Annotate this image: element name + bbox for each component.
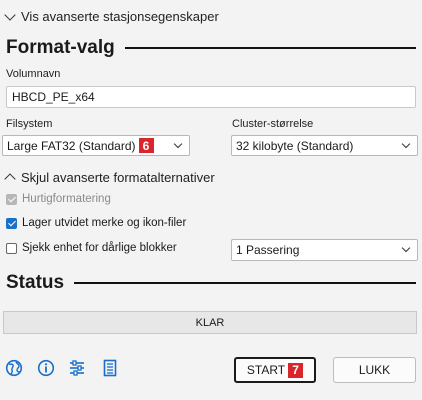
volume-label-input[interactable]: HBCD_PE_x64 [6, 86, 416, 108]
checkbox-icon [6, 242, 17, 254]
show-advanced-drive-label: Vis avanserte stasjonsegenskaper [21, 9, 219, 24]
step-badge-7: 7 [288, 362, 304, 378]
start-button-label: START [246, 363, 286, 377]
status-progress-bar: KLAR [3, 311, 417, 334]
chevron-down-icon [4, 8, 16, 21]
volume-label-caption: Volumnavn [6, 68, 61, 80]
chevron-up-icon [4, 173, 16, 185]
filesystem-value: Large FAT32 (Standard) [7, 138, 136, 153]
chevron-down-icon [401, 243, 411, 253]
hide-advanced-format-label: Skjul avanserte formatalternativer [21, 170, 215, 185]
globe-icon[interactable] [5, 359, 23, 377]
step-badge-6: 6 [138, 138, 154, 153]
close-button[interactable]: LUKK [333, 357, 416, 383]
filesystem-select[interactable]: Large FAT32 (Standard) 6 [2, 135, 190, 156]
status-header: Status [6, 272, 416, 294]
extended-label-checkbox[interactable]: Lager utvidet merke og ikon-filer [6, 217, 186, 229]
settings-sliders-icon[interactable] [68, 359, 86, 377]
section-divider [74, 282, 416, 284]
status-progress-text: KLAR [195, 316, 225, 329]
passes-value: 1 Passering [236, 243, 300, 257]
bad-blocks-checkbox[interactable]: Sjekk enhet for dårlige blokker [6, 242, 177, 254]
volume-label-value: HBCD_PE_x64 [12, 90, 95, 104]
quick-format-checkbox[interactable]: Hurtigformatering [6, 193, 111, 205]
close-button-label: LUKK [358, 363, 391, 377]
show-advanced-drive-toggle[interactable]: Vis avanserte stasjonsegenskaper [4, 8, 219, 24]
status-title: Status [6, 272, 65, 293]
format-options-title: Format-valg [6, 37, 115, 58]
format-options-header: Format-valg [6, 37, 416, 59]
section-divider [124, 47, 416, 49]
checkbox-icon [6, 193, 17, 205]
passes-select[interactable]: 1 Passering [231, 239, 418, 261]
cluster-size-value: 32 kilobyte (Standard) [236, 138, 354, 153]
log-icon[interactable] [101, 359, 119, 377]
extended-label-label: Lager utvidet merke og ikon-filer [22, 217, 187, 229]
hide-advanced-format-toggle[interactable]: Skjul avanserte formatalternativer [4, 170, 215, 185]
info-icon[interactable] [37, 359, 55, 377]
cluster-size-caption: Cluster-størrelse [232, 118, 314, 130]
checkbox-icon [6, 217, 17, 229]
filesystem-caption: Filsystem [6, 118, 53, 130]
start-button[interactable]: START 7 [234, 357, 316, 383]
cluster-size-select[interactable]: 32 kilobyte (Standard) [231, 135, 418, 156]
chevron-down-icon [173, 139, 183, 148]
quick-format-label: Hurtigformatering [22, 193, 111, 205]
bad-blocks-label: Sjekk enhet for dårlige blokker [22, 242, 177, 254]
chevron-down-icon [401, 139, 411, 148]
